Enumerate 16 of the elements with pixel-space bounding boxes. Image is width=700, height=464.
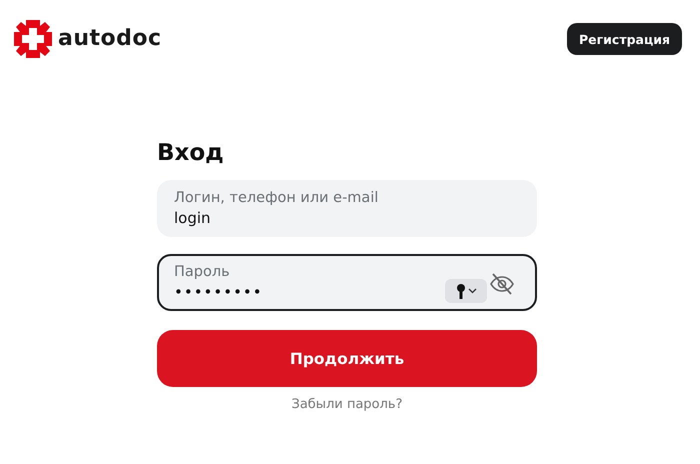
chevron-down-icon bbox=[468, 288, 476, 294]
field-label: Логин, телефон или e-mail bbox=[174, 190, 380, 206]
key-dropdown-button[interactable] bbox=[445, 279, 487, 303]
field-value: ••••••••• bbox=[174, 283, 263, 301]
form-title: Вход bbox=[157, 140, 225, 166]
key-icon bbox=[456, 284, 466, 298]
register-button[interactable]: Регистрация bbox=[566, 23, 682, 55]
login-field[interactable]: Логин, телефон или e-mail login bbox=[157, 180, 537, 237]
hidden-eye-icon[interactable] bbox=[489, 272, 515, 296]
field-label: Пароль bbox=[174, 264, 231, 280]
gear-cross-icon bbox=[12, 18, 54, 60]
field-value: login bbox=[174, 209, 211, 227]
continue-button[interactable]: Продолжить bbox=[157, 330, 537, 387]
logo-text: autodoc bbox=[58, 28, 162, 50]
forgot-password-link[interactable]: Забыли пароль? bbox=[291, 397, 402, 412]
password-field[interactable]: Пароль ••••••••• bbox=[157, 254, 537, 311]
